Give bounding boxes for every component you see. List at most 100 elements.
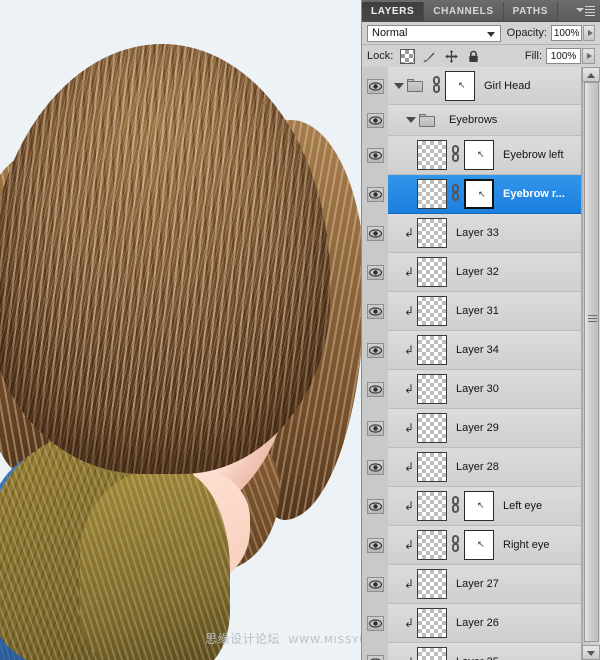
lock-position-move-icon[interactable] bbox=[444, 49, 459, 64]
clipping-mask-arrow-icon: ↳ bbox=[403, 577, 414, 591]
eye-icon bbox=[366, 148, 384, 163]
layer-name: Layer 29 bbox=[456, 422, 499, 434]
layer-row[interactable]: ↳ Layer 32 bbox=[388, 253, 582, 292]
layer-row[interactable]: ↳ Layer 30 bbox=[388, 370, 582, 409]
layer-thumbnail[interactable] bbox=[417, 179, 447, 209]
panel-menu-icon[interactable] bbox=[576, 5, 595, 17]
mask-link-icon[interactable] bbox=[450, 495, 461, 517]
group-disclosure-triangle-icon[interactable] bbox=[406, 117, 416, 123]
layer-visibility-toggle[interactable] bbox=[362, 526, 388, 565]
mask-link-icon[interactable] bbox=[450, 144, 461, 166]
layer-visibility-toggle[interactable] bbox=[362, 292, 388, 331]
scroll-up-button[interactable] bbox=[582, 67, 600, 82]
layer-thumbnail[interactable] bbox=[417, 335, 447, 365]
opacity-input[interactable]: 100% bbox=[551, 25, 583, 41]
layer-visibility-toggle[interactable] bbox=[362, 643, 388, 660]
layer-visibility-toggle[interactable] bbox=[362, 253, 388, 292]
tab-channels[interactable]: CHANNELS bbox=[424, 2, 504, 21]
layer-row[interactable]: ↳ Layer 33 bbox=[388, 214, 582, 253]
layer-visibility-toggle[interactable] bbox=[362, 565, 388, 604]
layer-row[interactable]: ↳ ↖ Right eye bbox=[388, 526, 582, 565]
layer-visibility-toggle[interactable] bbox=[362, 214, 388, 253]
clipping-mask-arrow-icon: ↳ bbox=[403, 538, 414, 552]
layer-name: Layer 33 bbox=[456, 227, 499, 239]
blend-mode-select[interactable]: Normal bbox=[367, 24, 501, 42]
scrollbar-thumb[interactable] bbox=[584, 82, 599, 642]
opacity-slider-arrow-icon[interactable] bbox=[583, 25, 595, 41]
layer-row[interactable]: ↳ Layer 29 bbox=[388, 409, 582, 448]
layer-visibility-toggle[interactable] bbox=[362, 67, 388, 105]
eye-icon bbox=[366, 499, 384, 514]
mask-link-icon[interactable] bbox=[431, 75, 442, 97]
layer-row[interactable]: ↳ Layer 34 bbox=[388, 331, 582, 370]
doll-hair bbox=[0, 44, 330, 474]
watermark-cn: 思缘设计论坛 bbox=[205, 632, 281, 646]
mask-link-icon[interactable] bbox=[450, 534, 461, 556]
layer-visibility-toggle[interactable] bbox=[362, 448, 388, 487]
eye-icon bbox=[366, 343, 384, 358]
layer-row[interactable]: ↳ Layer 28 bbox=[388, 448, 582, 487]
lock-transparent-pixels-icon[interactable] bbox=[400, 48, 416, 64]
lock-image-pixels-brush-icon[interactable] bbox=[422, 49, 437, 64]
layer-row[interactable]: ↖ Eyebrow left bbox=[388, 136, 582, 175]
lock-all-padlock-icon[interactable] bbox=[466, 49, 481, 64]
layer-name: Layer 34 bbox=[456, 344, 499, 356]
scrollbar-track[interactable] bbox=[582, 82, 600, 645]
layer-visibility-toggle[interactable] bbox=[362, 487, 388, 526]
layer-row[interactable]: ↖ Girl Head bbox=[388, 67, 582, 105]
clipping-mask-arrow-icon: ↳ bbox=[403, 460, 414, 474]
lock-label: Lock: bbox=[367, 50, 394, 62]
layer-thumbnail[interactable] bbox=[417, 569, 447, 599]
layer-list[interactable]: ↖ Girl Head Eyebrows ↖ Eyebrow left ↖ Eyebrow … bbox=[362, 67, 600, 660]
mask-link-icon[interactable] bbox=[450, 183, 461, 205]
fill-input[interactable]: 100% bbox=[546, 48, 581, 64]
layer-row[interactable]: ↳ Layer 31 bbox=[388, 292, 582, 331]
layer-visibility-toggle[interactable] bbox=[362, 105, 388, 136]
layer-row[interactable]: Eyebrows bbox=[388, 105, 582, 136]
eye-icon bbox=[366, 382, 384, 397]
layer-visibility-toggle[interactable] bbox=[362, 331, 388, 370]
group-disclosure-triangle-icon[interactable] bbox=[394, 82, 404, 89]
eye-icon bbox=[366, 421, 384, 436]
layer-thumbnail[interactable] bbox=[417, 491, 447, 521]
layer-thumbnail[interactable] bbox=[417, 374, 447, 404]
layer-visibility-toggle[interactable] bbox=[362, 136, 388, 175]
clipping-mask-arrow-icon: ↳ bbox=[403, 382, 414, 396]
layer-thumbnail[interactable] bbox=[417, 257, 447, 287]
layer-row[interactable]: ↳ Layer 27 bbox=[388, 565, 582, 604]
layer-visibility-toggle[interactable] bbox=[362, 370, 388, 409]
layer-thumbnail[interactable] bbox=[417, 647, 447, 660]
layer-name: Right eye bbox=[503, 539, 550, 551]
fill-slider-arrow-icon[interactable] bbox=[582, 48, 595, 64]
layer-mask-thumbnail[interactable]: ↖ bbox=[464, 179, 494, 209]
layer-mask-thumbnail[interactable]: ↖ bbox=[445, 70, 475, 101]
layer-thumbnail[interactable] bbox=[417, 140, 447, 170]
layer-thumbnail[interactable] bbox=[417, 218, 447, 248]
layer-row[interactable]: ↳ Layer 25 bbox=[388, 643, 582, 660]
layer-visibility-toggle[interactable] bbox=[362, 409, 388, 448]
layer-row[interactable]: ↳ Layer 26 bbox=[388, 604, 582, 643]
layer-row[interactable]: ↖ Eyebrow r... bbox=[388, 175, 582, 214]
tab-layers[interactable]: LAYERS bbox=[362, 2, 425, 21]
layer-thumbnail[interactable] bbox=[417, 608, 447, 638]
layer-thumbnail[interactable] bbox=[417, 452, 447, 482]
layer-row[interactable]: ↳ ↖ Left eye bbox=[388, 487, 582, 526]
layer-name: Eyebrow left bbox=[503, 149, 564, 161]
layer-list-scrollbar[interactable] bbox=[581, 67, 600, 660]
scroll-down-button[interactable] bbox=[582, 645, 600, 660]
layer-thumbnail[interactable] bbox=[417, 413, 447, 443]
layer-mask-thumbnail[interactable]: ↖ bbox=[464, 140, 494, 170]
layer-mask-thumbnail[interactable]: ↖ bbox=[464, 491, 494, 521]
chevron-down-icon bbox=[486, 31, 495, 37]
layer-mask-thumbnail[interactable]: ↖ bbox=[464, 530, 494, 560]
tab-paths[interactable]: PATHS bbox=[503, 2, 559, 21]
layer-thumbnail[interactable] bbox=[417, 530, 447, 560]
layer-thumbnail[interactable] bbox=[417, 296, 447, 326]
layer-name: Layer 31 bbox=[456, 305, 499, 317]
eye-icon bbox=[366, 265, 384, 280]
image-canvas[interactable]: 思缘设计论坛 WWW.MISSYUAN.COM bbox=[0, 0, 361, 660]
eye-icon bbox=[366, 460, 384, 475]
layer-visibility-toggle[interactable] bbox=[362, 604, 388, 643]
clipping-mask-arrow-icon: ↳ bbox=[402, 655, 414, 660]
layer-visibility-toggle[interactable] bbox=[362, 175, 388, 214]
